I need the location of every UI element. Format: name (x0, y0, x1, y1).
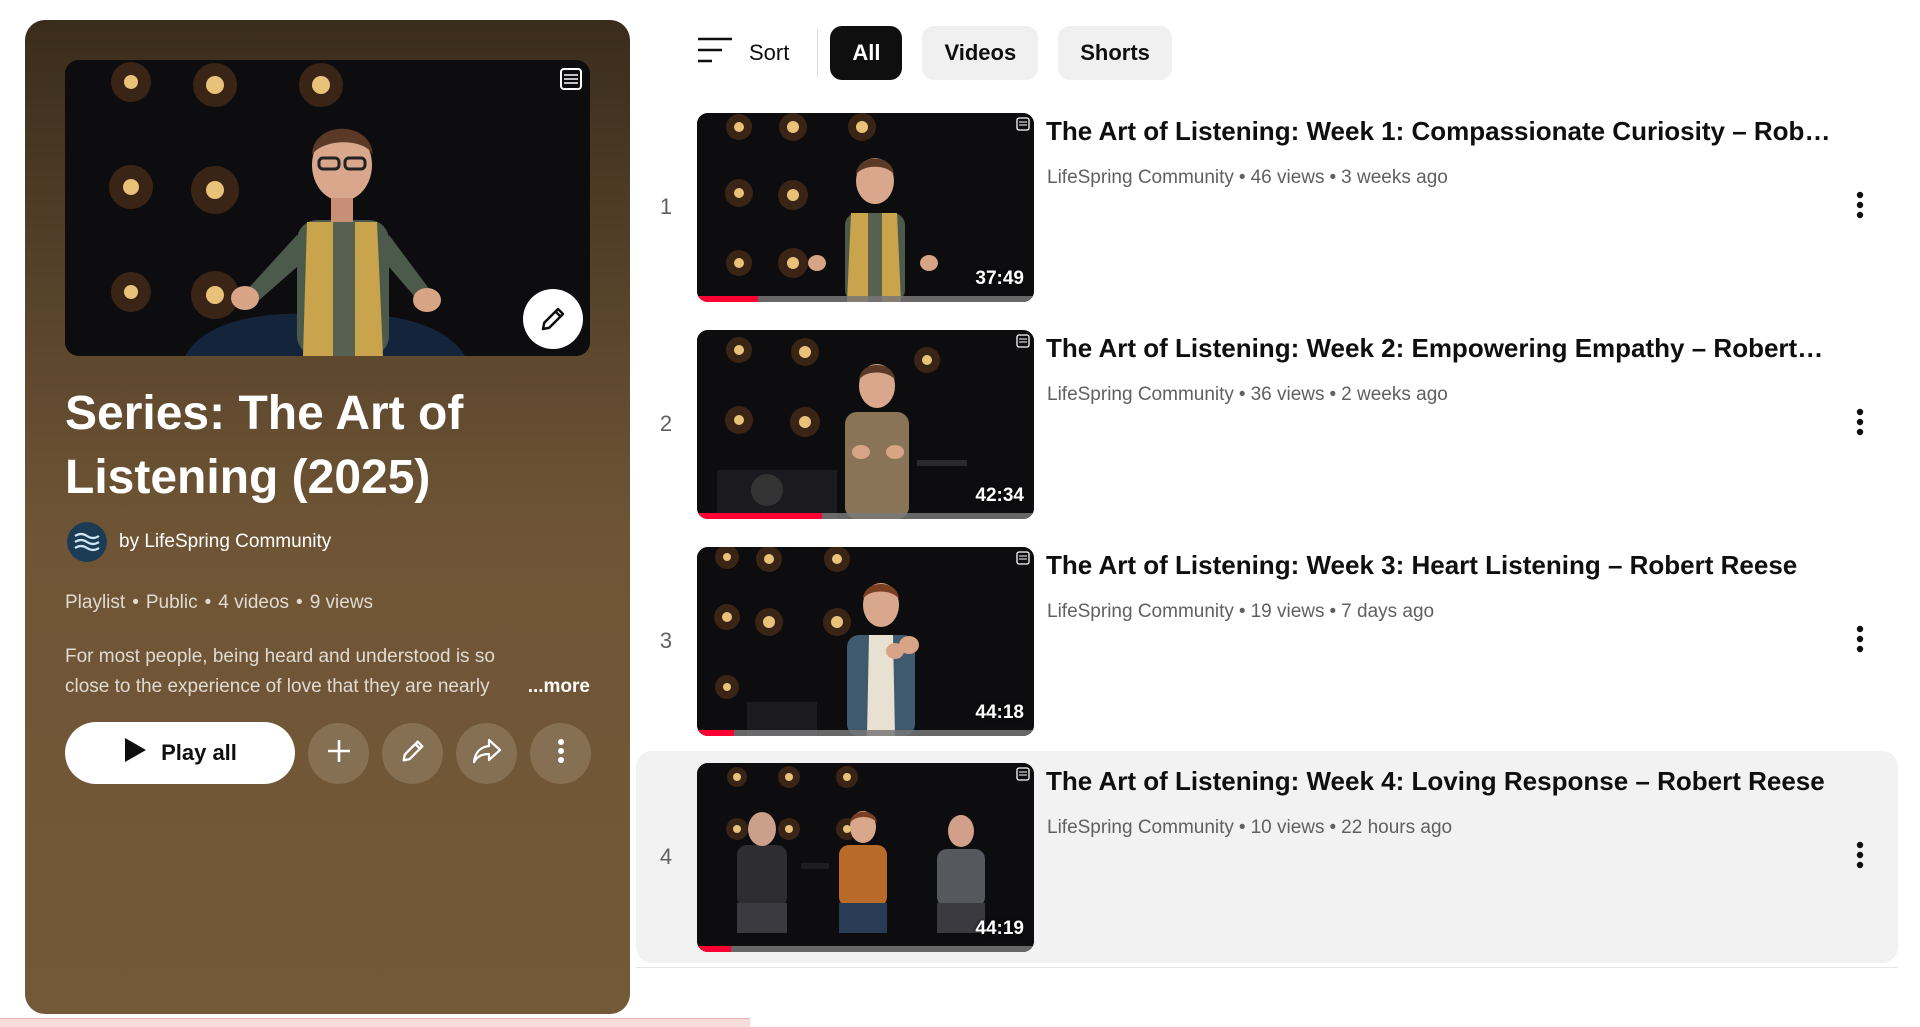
watch-progress-fill (697, 296, 758, 302)
video-title[interactable]: The Art of Listening: Week 3: Heart List… (1046, 550, 1836, 581)
owner-name[interactable]: by LifeSpring Community (119, 531, 331, 553)
play-all-button[interactable]: Play all (65, 722, 295, 784)
view-count: 46 views (1250, 167, 1325, 188)
playlist-thumbnail-image (65, 60, 590, 356)
watch-progress-track (697, 513, 1034, 519)
more-link[interactable]: ...more (528, 672, 590, 702)
description-text: For most people, being heard and underst… (65, 646, 495, 697)
playlist-type: Playlist (65, 592, 126, 613)
pencil-icon (399, 737, 427, 770)
video-meta: LifeSpring Community • 19 views • 7 days ago (1047, 601, 1435, 622)
video-meta: LifeSpring Community • 36 views • 2 weeks ag… (1047, 384, 1448, 405)
playlist-description[interactable]: For most people, being heard and underst… (65, 642, 590, 702)
video-thumbnail[interactable]: 44:19 (697, 763, 1034, 952)
edit-thumbnail-button[interactable] (523, 289, 583, 349)
playlist-video-row[interactable]: 1 37:49 The Art of Listening: Week 1: Co… (636, 101, 1898, 313)
upload-age: 7 days ago (1341, 601, 1435, 622)
playlist-video-row[interactable]: 4 44:19 The Art of Listening: Week 4: Lo… (636, 751, 1898, 963)
share-arrow-icon (472, 737, 502, 770)
sort-label: Sort (749, 40, 790, 65)
playlist-title: Series: The Art of Listening (2025) (65, 387, 464, 504)
view-count: 10 views (1250, 817, 1325, 838)
vertical-dots-icon (1856, 841, 1864, 874)
sort-lines-icon (697, 36, 749, 70)
playlist-actions: Play all (65, 722, 604, 784)
channel-name[interactable]: LifeSpring Community (1047, 384, 1234, 405)
video-index: 3 (659, 628, 673, 653)
chip-videos[interactable]: Videos (922, 26, 1039, 80)
playlist-visibility: Public (145, 592, 198, 613)
channel-name[interactable]: LifeSpring Community (1047, 601, 1234, 622)
channel-name[interactable]: LifeSpring Community (1047, 167, 1234, 188)
playlist-header-panel: Series: The Art of Listening (2025) by L… (25, 20, 630, 1014)
pencil-icon (538, 304, 568, 334)
video-meta: LifeSpring Community • 10 views • 22 hours a… (1047, 817, 1453, 838)
view-count: 36 views (1250, 384, 1325, 405)
play-all-label: Play all (161, 740, 237, 765)
upload-age: 2 weeks ago (1341, 384, 1448, 405)
playlist-video-count: 4 videos (218, 592, 290, 613)
edit-playlist-button[interactable] (382, 722, 443, 784)
playlist-meta: Playlist • Public • 4 videos • 9 views (65, 592, 374, 613)
video-menu-button[interactable] (1840, 621, 1880, 661)
channel-avatar[interactable] (67, 522, 107, 562)
chip-divider (817, 29, 819, 77)
video-menu-button[interactable] (1840, 837, 1880, 877)
watch-progress-track (697, 730, 1034, 736)
channel-name[interactable]: LifeSpring Community (1047, 817, 1234, 838)
watch-progress-fill (697, 513, 822, 519)
video-title[interactable]: The Art of Listening: Week 4: Loving Res… (1046, 766, 1836, 797)
list-bottom-divider (636, 967, 1898, 968)
watch-progress-track (697, 296, 1034, 302)
playlist-video-row[interactable]: 3 44:18 The Art of Listening: Week 3: He… (636, 535, 1898, 747)
video-index: 1 (659, 194, 673, 219)
video-duration: 42:34 (975, 485, 1024, 506)
vertical-dots-icon (1856, 408, 1864, 441)
vertical-dots-icon (1856, 625, 1864, 658)
playlist-stack-icon (1016, 334, 1030, 348)
video-meta: LifeSpring Community • 46 views • 3 weeks ag… (1047, 167, 1448, 188)
watch-progress-fill (697, 730, 735, 736)
playlist-stack-icon (560, 68, 582, 90)
video-duration: 44:19 (975, 918, 1024, 939)
view-count: 19 views (1250, 601, 1325, 622)
vertical-dots-icon (557, 738, 565, 769)
upload-age: 22 hours ago (1341, 817, 1453, 838)
channel-logo-icon (74, 532, 100, 552)
playlist-stack-icon (1016, 117, 1030, 131)
video-duration: 37:49 (975, 268, 1024, 289)
video-menu-button[interactable] (1840, 404, 1880, 444)
video-thumbnail[interactable]: 37:49 (697, 113, 1034, 302)
filter-bar: Sort All Videos Shorts (697, 26, 1192, 80)
video-index: 4 (659, 844, 673, 869)
watch-progress-fill (697, 946, 731, 952)
video-thumbnail[interactable]: 42:34 (697, 330, 1034, 519)
watch-progress-track (697, 946, 1034, 952)
playlist-views: 9 views (309, 592, 374, 613)
save-playlist-button[interactable] (308, 722, 369, 784)
sort-button[interactable]: Sort (697, 36, 789, 70)
upload-age: 3 weeks ago (1341, 167, 1448, 188)
video-menu-button[interactable] (1840, 187, 1880, 227)
playlist-stack-icon (1016, 551, 1030, 565)
video-index: 2 (659, 411, 673, 436)
plus-icon (325, 737, 353, 770)
playlist-stack-icon (1016, 767, 1030, 781)
video-thumbnail[interactable]: 44:18 (697, 547, 1034, 736)
chip-shorts[interactable]: Shorts (1058, 26, 1172, 80)
video-title[interactable]: The Art of Listening: Week 1: Compassion… (1046, 116, 1836, 147)
playlist-thumbnail[interactable] (65, 60, 590, 356)
vertical-dots-icon (1856, 191, 1864, 224)
video-title[interactable]: The Art of Listening: Week 2: Empowering… (1046, 333, 1836, 364)
chip-all[interactable]: All (830, 26, 903, 80)
play-icon (123, 737, 147, 769)
share-playlist-button[interactable] (456, 722, 517, 784)
video-duration: 44:18 (975, 702, 1024, 723)
playlist-owner[interactable]: by LifeSpring Community (67, 522, 331, 562)
more-actions-button[interactable] (530, 722, 591, 784)
playlist-video-row[interactable]: 2 42:34 The Art of Listening: Week 2: Em… (636, 318, 1898, 530)
